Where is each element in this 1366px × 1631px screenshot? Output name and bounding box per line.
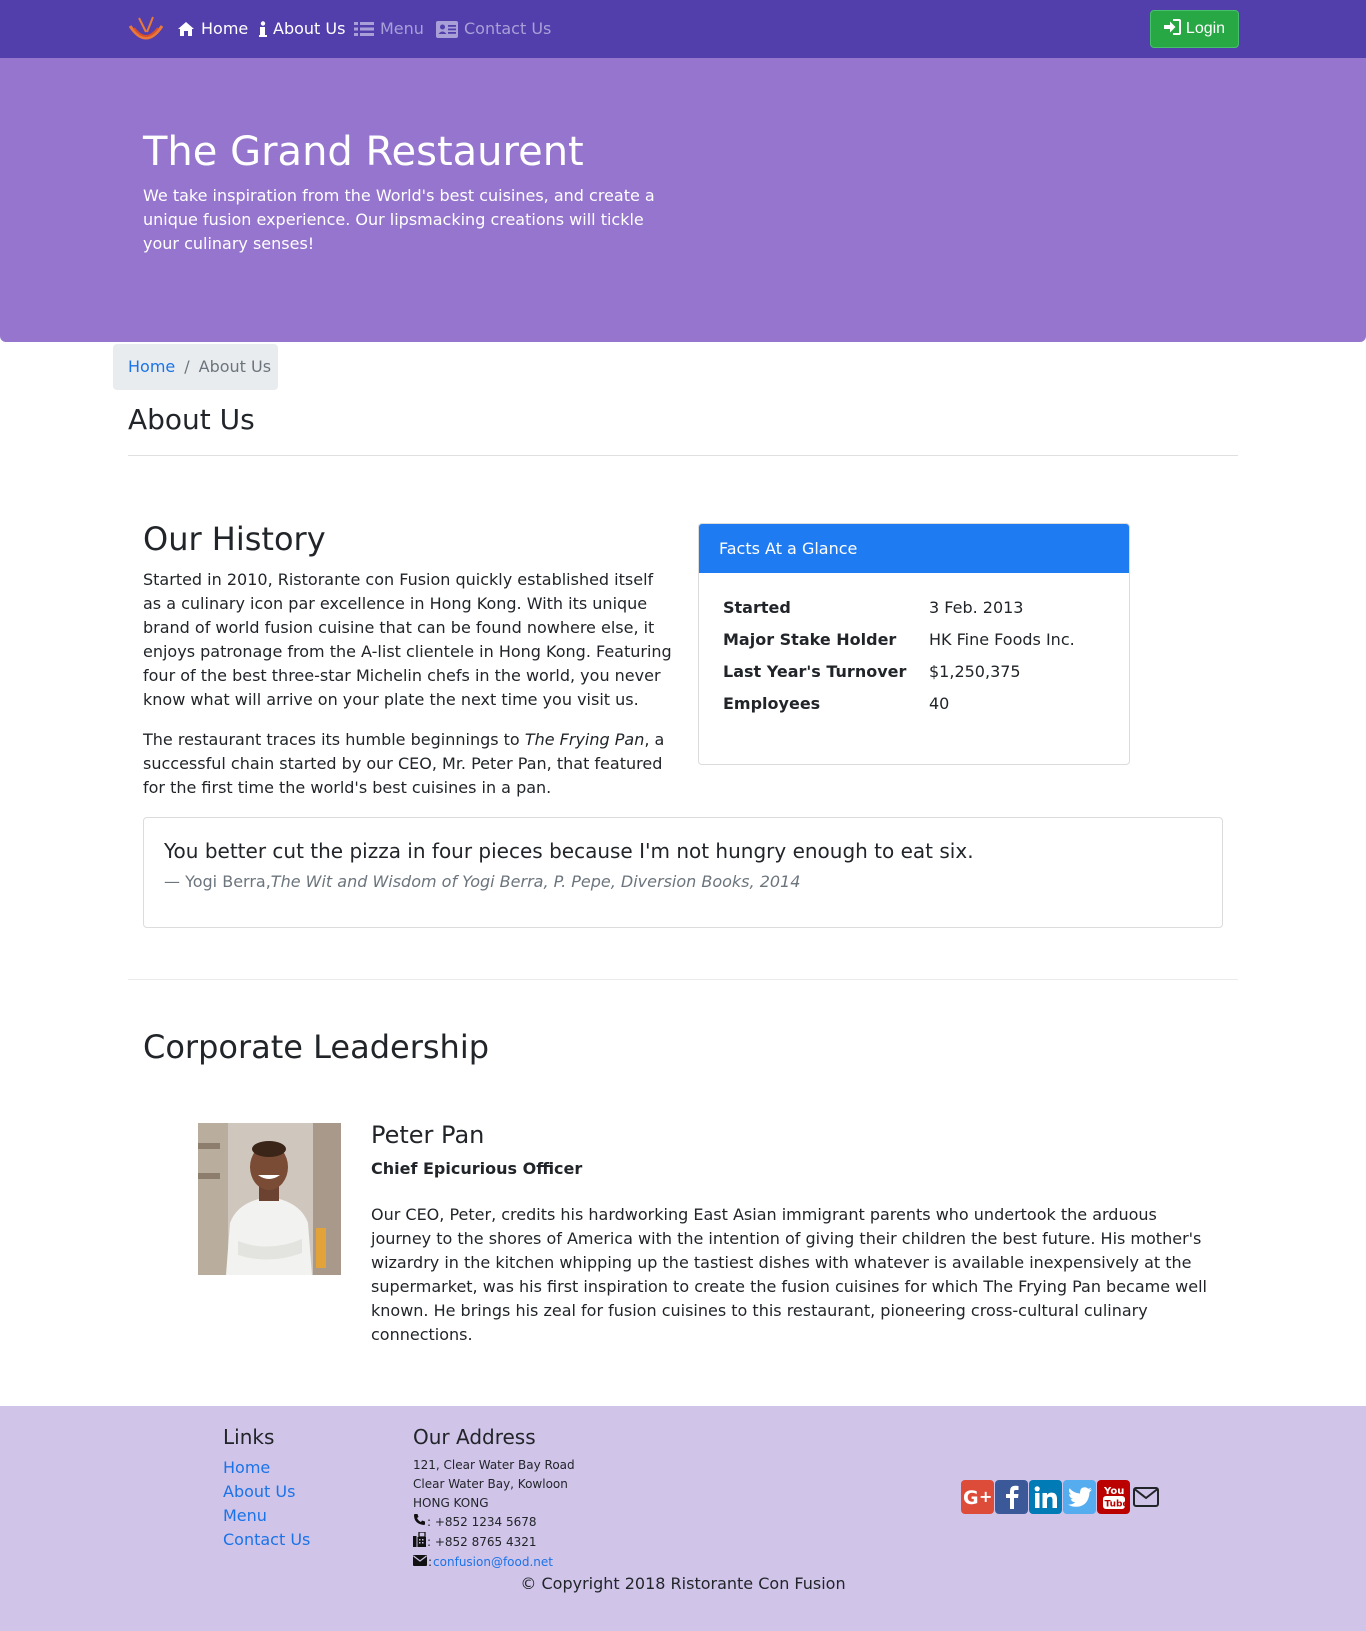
fact-value: $1,250,375 bbox=[929, 662, 1021, 681]
navbar: Home About Us Menu Contact Us Login bbox=[0, 0, 1366, 58]
address-card-icon bbox=[436, 20, 458, 38]
footer-address: 121, Clear Water Bay Road Clear Water Ba… bbox=[413, 1456, 575, 1572]
email-prefix: : bbox=[428, 1555, 433, 1569]
breadcrumb-home[interactable]: Home bbox=[128, 355, 175, 379]
quote-text: You better cut the pizza in four pieces … bbox=[164, 839, 974, 863]
nav-about[interactable]: About Us bbox=[259, 16, 345, 42]
quote-author: — Yogi Berra, bbox=[164, 872, 271, 891]
facts-card: Facts At a Glance Started 3 Feb. 2013 Ma… bbox=[698, 523, 1130, 765]
mail-icon[interactable] bbox=[1131, 1480, 1161, 1514]
history-paragraph-2: The restaurant traces its humble beginni… bbox=[143, 728, 673, 800]
fact-label: Major Stake Holder bbox=[723, 630, 897, 649]
email-link[interactable]: confusion@food.net bbox=[433, 1553, 553, 1572]
history-heading: Our History bbox=[143, 520, 326, 558]
footer-link-menu[interactable]: Menu bbox=[223, 1506, 267, 1525]
fax-number: : +852 8765 4321 bbox=[427, 1535, 537, 1549]
address-line: HONG KONG bbox=[413, 1496, 489, 1510]
jumbotron: The Grand Restaurent We take inspiration… bbox=[0, 58, 1366, 342]
restaurant-title: The Grand Restaurent bbox=[143, 129, 584, 175]
nav-about-label: About Us bbox=[273, 19, 346, 38]
nav-menu-label: Menu bbox=[380, 19, 424, 38]
avatar bbox=[198, 1123, 341, 1275]
footer-link-about[interactable]: About Us bbox=[223, 1482, 295, 1501]
phone-icon bbox=[413, 1513, 426, 1532]
sign-in-icon bbox=[1163, 18, 1181, 40]
divider bbox=[128, 455, 1238, 456]
breadcrumb-current: About Us bbox=[198, 357, 272, 376]
footer-links-heading: Links bbox=[223, 1425, 275, 1449]
nav-contact[interactable]: Contact Us bbox=[436, 16, 551, 42]
quote-footer: — Yogi Berra,The Wit and Wisdom of Yogi … bbox=[164, 870, 800, 894]
history-p2-text-start: The restaurant traces its humble beginni… bbox=[143, 730, 525, 749]
login-label: Login bbox=[1185, 20, 1226, 37]
copyright: © Copyright 2018 Ristorante Con Fusion bbox=[520, 1574, 846, 1593]
nav-menu[interactable]: Menu bbox=[354, 16, 424, 42]
quote-source: The Wit and Wisdom of Yogi Berra, P. Pep… bbox=[270, 872, 801, 891]
info-icon bbox=[259, 20, 267, 38]
nav-home-label: Home bbox=[201, 19, 249, 38]
facebook-icon[interactable] bbox=[995, 1480, 1028, 1514]
google-plus-icon[interactable]: G + bbox=[961, 1480, 994, 1514]
fax-line: : +852 8765 4321 bbox=[413, 1531, 575, 1553]
breadcrumb-separator: / bbox=[184, 357, 190, 376]
restaurant-tagline: We take inspiration from the World's bes… bbox=[143, 186, 655, 253]
footer-link-home[interactable]: Home bbox=[223, 1458, 270, 1477]
phone-number: : +852 1234 5678 bbox=[427, 1515, 537, 1529]
footer-link-contact[interactable]: Contact Us bbox=[223, 1530, 310, 1549]
fact-label: Started bbox=[723, 598, 791, 617]
fact-label: Employees bbox=[723, 694, 821, 713]
footer-links-list: Home About Us Menu Contact Us bbox=[223, 1456, 310, 1552]
address-line: 121, Clear Water Bay Road bbox=[413, 1458, 575, 1472]
nav-home[interactable]: Home bbox=[177, 16, 248, 42]
restaurant-logo-icon[interactable] bbox=[127, 12, 165, 46]
youtube-icon[interactable]: You Tube bbox=[1097, 1480, 1130, 1514]
login-button[interactable]: Login bbox=[1150, 10, 1239, 48]
envelope-icon bbox=[413, 1553, 427, 1572]
fax-icon bbox=[413, 1531, 426, 1553]
twitter-icon[interactable] bbox=[1063, 1480, 1096, 1514]
address-line: Clear Water Bay, Kowloon bbox=[413, 1477, 568, 1491]
breadcrumb: Home / About Us bbox=[113, 344, 278, 390]
phone-line: : +852 1234 5678 bbox=[413, 1513, 575, 1532]
footer: Links Home About Us Menu Contact Us Our … bbox=[0, 1406, 1366, 1631]
leader-bio: Our CEO, Peter, credits his hardworking … bbox=[371, 1205, 1207, 1344]
leadership-heading: Corporate Leadership bbox=[143, 1028, 490, 1066]
fact-value: 40 bbox=[929, 694, 950, 713]
leader-name: Peter Pan bbox=[371, 1121, 485, 1149]
email-line: : confusion@food.net bbox=[413, 1553, 575, 1572]
facts-card-header: Facts At a Glance bbox=[699, 524, 1129, 573]
svg-text:You: You bbox=[1103, 1486, 1124, 1497]
social-links: G + You Tube bbox=[961, 1480, 1161, 1514]
fact-label: Last Year's Turnover bbox=[723, 662, 907, 681]
home-icon bbox=[177, 21, 195, 37]
fact-value: 3 Feb. 2013 bbox=[929, 598, 1024, 617]
footer-address-heading: Our Address bbox=[413, 1425, 536, 1449]
frying-pan-emphasis: The Frying Pan bbox=[524, 730, 645, 749]
fact-value: HK Fine Foods Inc. bbox=[929, 630, 1075, 649]
svg-text:G: G bbox=[963, 1487, 979, 1508]
linkedin-icon[interactable] bbox=[1029, 1480, 1062, 1514]
page-title: About Us bbox=[128, 403, 255, 436]
svg-text:Tube: Tube bbox=[1104, 1500, 1126, 1510]
svg-text:+: + bbox=[979, 1487, 992, 1506]
history-paragraph-1: Started in 2010, Ristorante con Fusion q… bbox=[143, 570, 672, 709]
leader-role: Chief Epicurious Officer bbox=[371, 1159, 583, 1178]
list-icon bbox=[354, 21, 374, 37]
divider bbox=[128, 979, 1238, 980]
nav-contact-label: Contact Us bbox=[464, 19, 552, 38]
blockquote: You better cut the pizza in four pieces … bbox=[143, 817, 1223, 928]
